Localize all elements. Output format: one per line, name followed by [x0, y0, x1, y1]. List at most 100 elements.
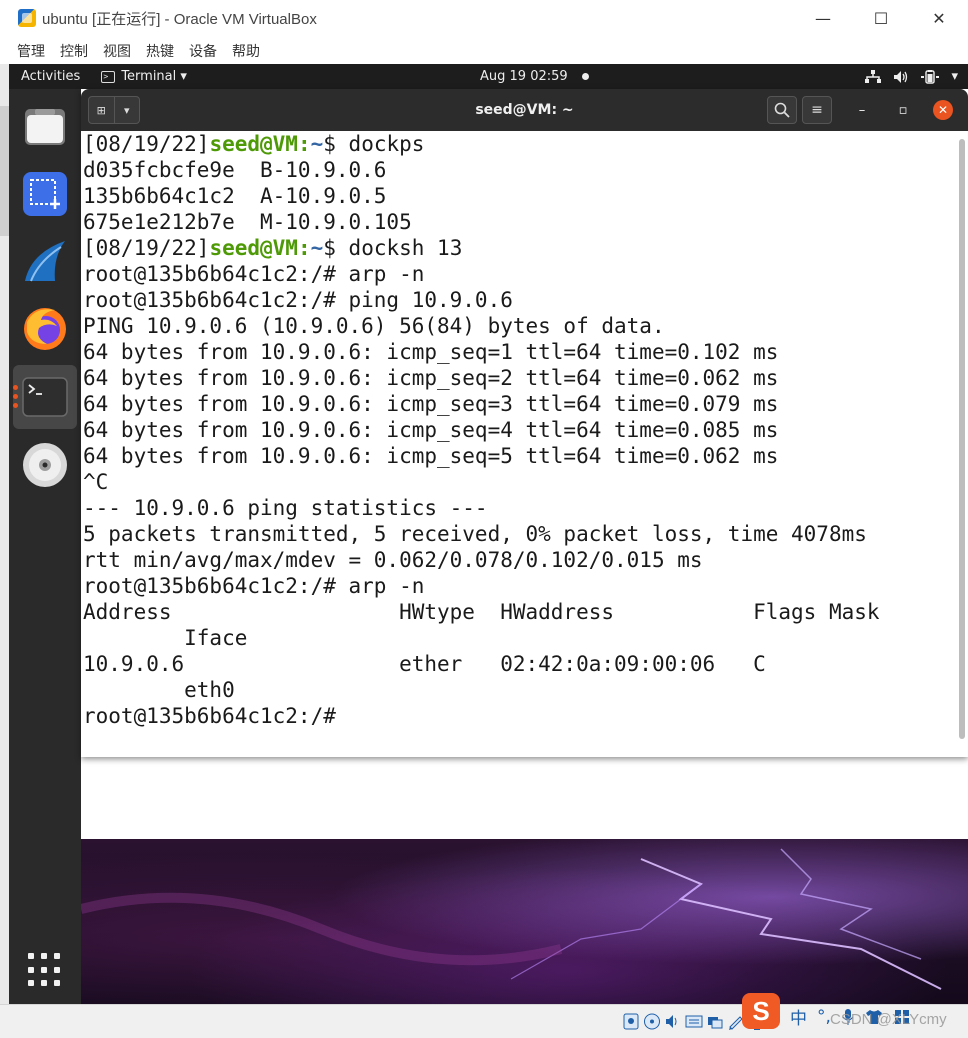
network-adapter-icon[interactable]: [685, 1012, 703, 1031]
menu-manage[interactable]: 管理: [17, 41, 45, 61]
audio-icon[interactable]: [664, 1012, 682, 1031]
terminal-window: ⊞ ▾ seed@VM: ~ ≡ – ▫ ✕ [08/19/22]seed@VM…: [81, 89, 968, 757]
vbox-minimize-button[interactable]: —: [794, 0, 852, 36]
close-icon: ✕: [937, 103, 949, 117]
terminal-text: rtt min/avg/max/mdev = 0.062/0.078/0.102…: [83, 548, 703, 572]
menu-devices[interactable]: 设备: [189, 41, 217, 61]
files-icon: [25, 109, 65, 145]
screenshot-icon: [23, 172, 67, 216]
menu-view[interactable]: 视图: [103, 41, 131, 61]
prompt-colon: :: [297, 236, 311, 260]
search-icon: [774, 102, 790, 118]
firefox-icon: [24, 308, 66, 350]
search-button[interactable]: [767, 96, 797, 124]
sogou-ime-logo[interactable]: S: [742, 993, 780, 1029]
prompt-command: $ dockps: [323, 132, 425, 156]
prompt-date: [08/19/22]: [83, 236, 210, 260]
ime-mode-chinese[interactable]: 中: [790, 1004, 807, 1029]
terminal-text: 64 bytes from 10.9.0.6: icmp_seq=5 ttl=6…: [83, 444, 779, 468]
csdn-watermark: CSDN @XLYcmy: [830, 1011, 947, 1028]
dock-files[interactable]: [19, 101, 71, 153]
terminal-line: root@135b6b64c1c2:/#: [83, 703, 959, 729]
menu-help[interactable]: 帮助: [232, 41, 260, 61]
dock-screenshot[interactable]: [19, 168, 71, 220]
vbox-close-button[interactable]: ✕: [910, 0, 968, 36]
hard-disk-icon[interactable]: [622, 1012, 640, 1031]
terminal-mini-icon: >: [101, 70, 116, 83]
desktop-wallpaper: [81, 839, 968, 1004]
running-indicator: [13, 385, 18, 408]
terminal-line: [08/19/22]seed@VM:~$ dockps: [83, 131, 959, 157]
prompt-path: ~: [310, 132, 324, 156]
terminal-line: d035fcbcfe9e B-10.9.0.6: [83, 157, 959, 183]
terminal-text: Iface: [83, 626, 248, 650]
terminal-text: 64 bytes from 10.9.0.6: icmp_seq=2 ttl=6…: [83, 366, 779, 390]
new-tab-group: ⊞ ▾: [88, 96, 140, 124]
terminal-close-button[interactable]: ✕: [933, 100, 953, 120]
terminal-minimize-button[interactable]: –: [852, 100, 872, 120]
terminal-line: 64 bytes from 10.9.0.6: icmp_seq=2 ttl=6…: [83, 365, 959, 391]
vbox-menubar: 管理 控制 视图 热键 设备 帮助: [0, 38, 968, 64]
prompt-date: [08/19/22]: [83, 132, 210, 156]
ubuntu-dock: [9, 89, 81, 1004]
terminal-text: root@135b6b64c1c2:/# arp -n: [83, 574, 425, 598]
background-window: [81, 757, 968, 839]
terminal-text: 5 packets transmitted, 5 received, 0% pa…: [83, 522, 867, 546]
new-tab-icon[interactable]: ⊞: [89, 97, 115, 123]
notification-dot: [582, 73, 589, 80]
terminal-line: Address HWtype HWaddress Flags Mask: [83, 599, 959, 625]
system-status-area[interactable]: ▾: [865, 69, 958, 84]
terminal-line: 64 bytes from 10.9.0.6: icmp_seq=5 ttl=6…: [83, 443, 959, 469]
hamburger-icon: ≡: [811, 102, 823, 118]
terminal-text: 675e1e212b7e M-10.9.0.105: [83, 210, 412, 234]
terminal-line: PING 10.9.0.6 (10.9.0.6) 56(84) bytes of…: [83, 313, 959, 339]
tab-dropdown-icon[interactable]: ▾: [115, 97, 140, 123]
terminal-text: 135b6b64c1c2 A-10.9.0.5: [83, 184, 387, 208]
terminal-line: [08/19/22]seed@VM:~$ docksh 13: [83, 235, 959, 261]
terminal-line: 64 bytes from 10.9.0.6: icmp_seq=1 ttl=6…: [83, 339, 959, 365]
activities-button[interactable]: Activities: [21, 69, 80, 84]
terminal-output[interactable]: [08/19/22]seed@VM:~$ dockps d035fcbcfe9e …: [81, 131, 959, 757]
terminal-headerbar: ⊞ ▾ seed@VM: ~ ≡ – ▫ ✕: [81, 89, 968, 131]
optical-drive-icon[interactable]: [643, 1012, 661, 1031]
terminal-line: root@135b6b64c1c2:/# arp -n: [83, 261, 959, 287]
menu-control[interactable]: 控制: [60, 41, 88, 61]
dock-disc[interactable]: [19, 439, 71, 491]
terminal-line: 5 packets transmitted, 5 received, 0% pa…: [83, 521, 959, 547]
show-applications-icon[interactable]: [28, 953, 62, 987]
ime-punctuation[interactable]: °,: [817, 1007, 831, 1027]
terminal-text: 64 bytes from 10.9.0.6: icmp_seq=1 ttl=6…: [83, 340, 779, 364]
terminal-line: root@135b6b64c1c2:/# arp -n: [83, 573, 959, 599]
minimize-icon: –: [858, 102, 866, 118]
terminal-maximize-button[interactable]: ▫: [893, 100, 913, 120]
disc-icon: [23, 443, 67, 487]
vbox-maximize-button[interactable]: ☐: [852, 0, 910, 36]
vbox-left-edge: [0, 64, 9, 1004]
terminal-text: d035fcbcfe9e B-10.9.0.6: [83, 158, 387, 182]
dock-firefox[interactable]: [19, 302, 71, 354]
shared-folders-icon[interactable]: [706, 1012, 724, 1031]
terminal-text: 64 bytes from 10.9.0.6: icmp_seq=3 ttl=6…: [83, 392, 779, 416]
wireshark-icon: [25, 241, 65, 282]
terminal-text: --- 10.9.0.6 ping statistics ---: [83, 496, 488, 520]
terminal-scrollbar[interactable]: [959, 139, 965, 739]
battery-icon: [921, 69, 940, 84]
terminal-line: 675e1e212b7e M-10.9.0.105: [83, 209, 959, 235]
terminal-line: Iface: [83, 625, 959, 651]
screen: ubuntu [正在运行] - Oracle VM VirtualBox — ☐…: [0, 0, 968, 1038]
terminal-line: 64 bytes from 10.9.0.6: icmp_seq=3 ttl=6…: [83, 391, 959, 417]
terminal-title: seed@VM: ~: [475, 102, 574, 118]
dock-terminal[interactable]: [13, 365, 77, 429]
app-menu-label: Terminal ▾: [121, 69, 187, 84]
terminal-line: eth0: [83, 677, 959, 703]
hamburger-menu-button[interactable]: ≡: [802, 96, 832, 124]
vbox-window-title: ubuntu [正在运行] - Oracle VM VirtualBox: [42, 10, 317, 28]
terminal-text: root@135b6b64c1c2:/#: [83, 704, 336, 728]
terminal-line: 135b6b64c1c2 A-10.9.0.5: [83, 183, 959, 209]
app-menu-terminal[interactable]: > Terminal ▾: [101, 69, 187, 84]
clock[interactable]: Aug 19 02:59: [480, 69, 568, 84]
menu-hotkeys[interactable]: 热键: [146, 41, 174, 61]
dock-wireshark[interactable]: [19, 235, 71, 287]
prompt-host: seed@VM: [209, 236, 298, 260]
volume-icon: [894, 70, 908, 83]
